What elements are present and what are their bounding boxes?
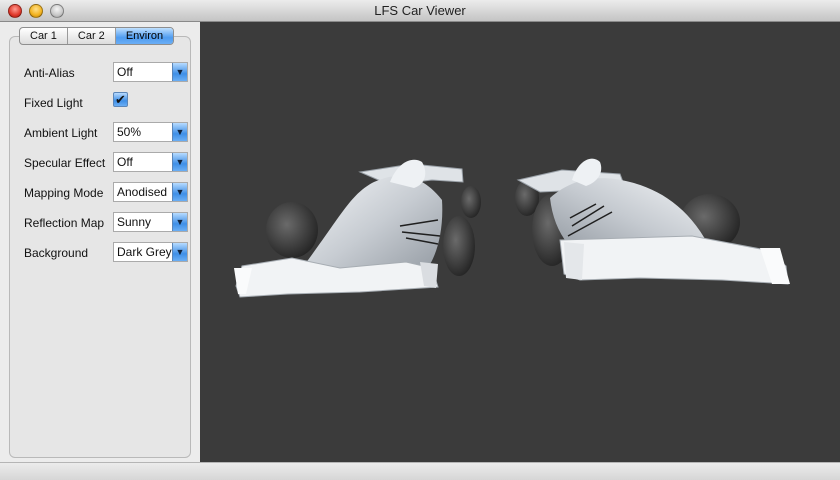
mapping-mode-row: Mapping Mode Anodised ▼ (24, 182, 194, 204)
car-left (234, 159, 481, 298)
background-row: Background Dark Grey ▼ (24, 242, 194, 264)
chevron-down-icon: ▼ (172, 63, 187, 81)
anti-alias-label: Anti-Alias (24, 66, 75, 80)
anti-alias-value: Off (117, 65, 133, 79)
specular-effect-label: Specular Effect (24, 156, 106, 170)
reflection-map-select[interactable]: Sunny ▼ (113, 212, 188, 232)
fixed-light-checkbox[interactable]: ✔ (113, 92, 128, 107)
3d-viewport[interactable] (200, 22, 840, 462)
status-bar (0, 462, 840, 480)
chevron-down-icon: ▼ (172, 123, 187, 141)
background-label: Background (24, 246, 89, 260)
car-right (515, 158, 790, 285)
background-value: Dark Grey (117, 245, 172, 259)
mapping-mode-label: Mapping Mode (24, 186, 104, 200)
checkmark-icon: ✔ (115, 92, 126, 107)
reflection-map-value: Sunny (117, 215, 152, 229)
chevron-down-icon: ▼ (172, 153, 187, 171)
ambient-light-row: Ambient Light 50% ▼ (24, 122, 194, 144)
tab-car-2[interactable]: Car 2 (68, 28, 116, 44)
window-title: LFS Car Viewer (374, 3, 466, 18)
fixed-light-label: Fixed Light (24, 96, 83, 110)
mapping-mode-select[interactable]: Anodised ▼ (113, 182, 188, 202)
ambient-light-label: Ambient Light (24, 126, 98, 140)
anti-alias-row: Anti-Alias Off ▼ (24, 62, 194, 84)
mapping-mode-value: Anodised (117, 185, 168, 199)
tab-car-1[interactable]: Car 1 (20, 28, 68, 44)
ambient-light-select[interactable]: 50% ▼ (113, 122, 188, 142)
title-bar: LFS Car Viewer (0, 0, 840, 22)
tab-bar: Car 1 Car 2 Environ (19, 27, 175, 45)
fixed-light-row: Fixed Light ✔ (24, 92, 194, 114)
specular-effect-row: Specular Effect Off ▼ (24, 152, 194, 174)
background-select[interactable]: Dark Grey ▼ (113, 242, 188, 262)
chevron-down-icon: ▼ (172, 213, 187, 231)
anti-alias-select[interactable]: Off ▼ (113, 62, 188, 82)
app-window: LFS Car Viewer Car 1 Car 2 Environ Anti-… (0, 0, 840, 480)
reflection-map-row: Reflection Map Sunny ▼ (24, 212, 194, 234)
tab-environ[interactable]: Environ (115, 28, 174, 44)
chevron-down-icon: ▼ (172, 183, 187, 201)
ambient-light-value: 50% (117, 125, 142, 139)
car-render (234, 158, 790, 298)
reflection-map-label: Reflection Map (24, 216, 105, 230)
specular-effect-value: Off (117, 155, 133, 169)
chevron-down-icon: ▼ (172, 243, 187, 261)
specular-effect-select[interactable]: Off ▼ (113, 152, 188, 172)
